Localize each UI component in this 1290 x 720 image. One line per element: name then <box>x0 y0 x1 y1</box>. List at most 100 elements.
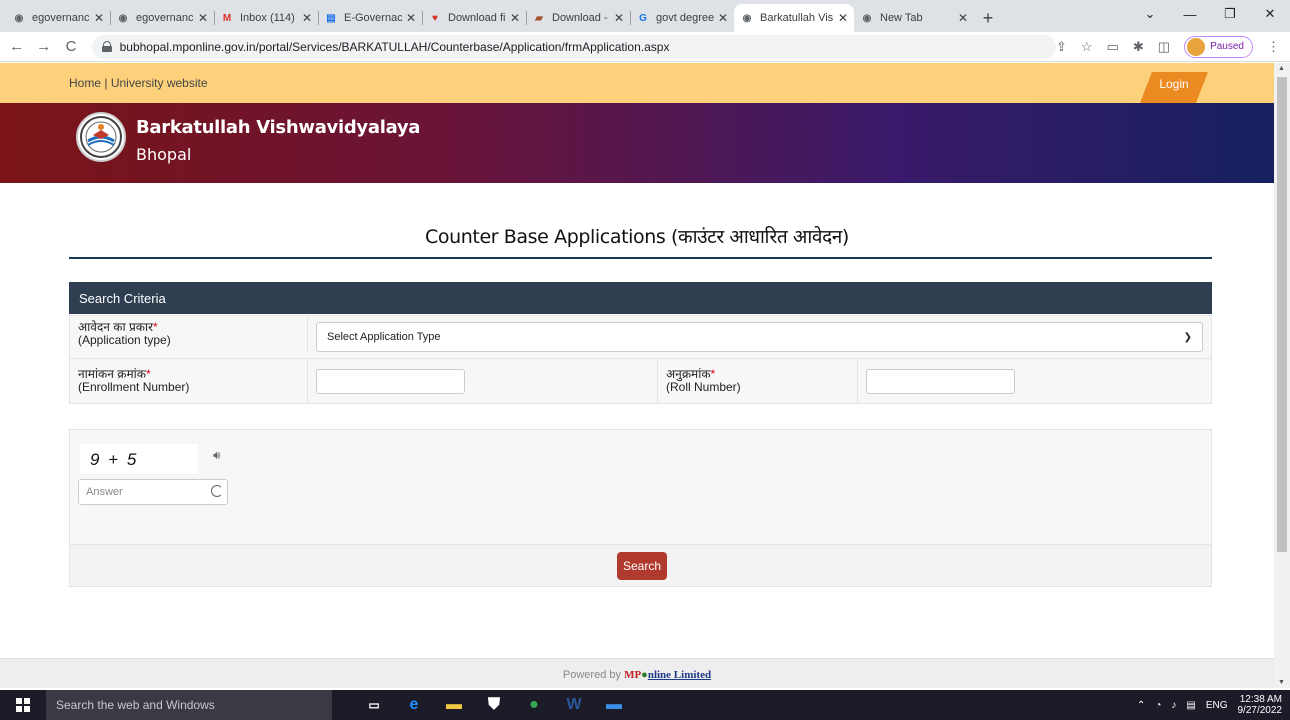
tab-label: Barkatullah Vis <box>760 12 834 24</box>
sidepanel-icon[interactable]: ◫ <box>1158 39 1170 55</box>
clock-time: 12:38 AM <box>1239 694 1282 705</box>
roll-cell <box>858 359 1211 403</box>
browser-tab[interactable]: ♥ Download file ✕ <box>422 4 526 32</box>
tab-close-icon[interactable]: ✕ <box>302 11 312 25</box>
browser-tab[interactable]: Ggovt degree co ✕ <box>630 4 734 32</box>
browser-tab[interactable]: ◉ Barkatullah Vis ✕ <box>734 4 854 32</box>
university-city: Bhopal <box>136 145 192 164</box>
close-window-button[interactable]: ✕ <box>1250 0 1290 28</box>
browser-tab-strip: ◉ egovernance.p ✕ ◉ egovernance.p ✕ M Inbox (11… <box>0 0 1290 32</box>
cast-icon[interactable]: ▭ <box>1107 39 1119 55</box>
browser-tab[interactable]: ▤ E-Governace D ✕ <box>318 4 422 32</box>
required-mark: * <box>145 367 151 381</box>
file-explorer-icon[interactable]: ▬ <box>436 690 472 720</box>
captcha-image: 9 + 5 <box>80 444 198 474</box>
windows-logo-icon <box>16 698 30 712</box>
scroll-down-arrow-icon[interactable]: ▼ <box>1278 679 1285 686</box>
page-scrollbar[interactable]: ▲ ▼ <box>1274 63 1290 688</box>
browser-tab[interactable]: ◉ New Tab ✕ <box>854 4 974 32</box>
new-tab-button[interactable]: + <box>974 4 1002 32</box>
roll-label: अनुक्रमांक* (Roll Number) <box>658 359 858 403</box>
lock-icon <box>101 41 112 52</box>
window-controls: ⌄ — ❐ ✕ <box>1130 0 1290 32</box>
extensions-icon[interactable]: ✱ <box>1133 39 1144 55</box>
application-type-select[interactable]: Select Application Type ❯ <box>316 322 1203 352</box>
tab-label: Download - Tal <box>552 12 610 24</box>
enrollment-cell <box>308 359 658 403</box>
refresh-captcha-icon[interactable] <box>211 485 223 497</box>
tab-list: ◉ egovernance.p ✕ ◉ egovernance.p ✕ M Inbox (11… <box>6 0 974 32</box>
home-link[interactable]: Home <box>69 76 101 90</box>
enrollment-label: नामांकन क्रमांक* (Enrollment Number) <box>70 359 308 403</box>
menu-icon[interactable]: ⋮ <box>1267 39 1280 55</box>
browser-tab[interactable]: M Inbox (114) - g ✕ <box>214 4 318 32</box>
share-icon[interactable]: ⇪ <box>1056 39 1067 55</box>
browser-tab[interactable]: ▰ Download - Tal ✕ <box>526 4 630 32</box>
tab-label: egovernance.p <box>32 12 90 24</box>
reload-button[interactable]: C <box>60 38 81 55</box>
edge-icon[interactable]: e <box>396 690 432 720</box>
roll-number-input[interactable] <box>866 368 1015 394</box>
minimize-button[interactable]: — <box>1170 0 1210 28</box>
scroll-up-arrow-icon[interactable]: ▲ <box>1278 65 1285 72</box>
application-type-cell: Select Application Type ❯ <box>308 316 1211 358</box>
enrollment-label-en: (Enrollment Number) <box>78 380 190 394</box>
address-url: bubhopal.mponline.gov.in/portal/Services… <box>119 39 670 54</box>
tab-close-icon[interactable]: ✕ <box>614 11 624 25</box>
network-icon[interactable]: ◔ <box>1155 700 1161 711</box>
tab-label: Download file <box>448 12 506 24</box>
system-tray: ⌃ ◔ ♪ ▤ ENG 12:38 AM 9/27/2022 <box>1137 694 1290 716</box>
back-button[interactable]: ← <box>6 38 27 55</box>
search-button[interactable]: Search <box>617 552 667 580</box>
tab-close-icon[interactable]: ✕ <box>958 11 968 25</box>
page-title: Counter Base Applications (काउंटर आधारित… <box>425 226 849 248</box>
page-viewport: Home | University website Login Barkatul… <box>0 63 1274 688</box>
tab-close-icon[interactable]: ✕ <box>94 11 104 25</box>
language-indicator[interactable]: ENG <box>1206 700 1228 711</box>
chevron-up-icon[interactable]: ⌃ <box>1137 700 1145 711</box>
tab-close-icon[interactable]: ✕ <box>838 11 848 25</box>
heart-favicon-icon: ♥ <box>432 12 438 24</box>
tab-close-icon[interactable]: ✕ <box>510 11 520 25</box>
bookmark-star-icon[interactable]: ☆ <box>1081 39 1093 55</box>
notification-icon[interactable]: ▤ <box>1186 700 1195 711</box>
browser-toolbar: ← → C bubhopal.mponline.gov.in/portal/Se… <box>0 32 1290 62</box>
profile-status: Paused <box>1210 41 1244 52</box>
profile-button[interactable]: Paused <box>1184 35 1253 58</box>
browser-tab[interactable]: ◉ egovernance.p ✕ <box>6 4 110 32</box>
browser-tab[interactable]: ◉ egovernance.p ✕ <box>110 4 214 32</box>
mponline-brand-mp: MP <box>624 669 642 681</box>
tab-close-icon[interactable]: ✕ <box>406 11 416 25</box>
university-website-link[interactable]: University website <box>111 76 208 90</box>
enrollment-number-input[interactable] <box>316 368 465 394</box>
number-row: नामांकन क्रमांक* (Enrollment Number) अनु… <box>69 359 1212 404</box>
page-footer: Powered by MP●nline Limited <box>0 658 1274 688</box>
docs-favicon-icon: ▤ <box>326 12 336 24</box>
roll-label-hi: अनुक्रमांक <box>666 367 711 381</box>
taskbar-apps: ▭ e ▬ ⛊ ● W ▬ <box>356 690 632 720</box>
taskbar-search[interactable]: Search the web and Windows <box>46 690 332 720</box>
address-bar[interactable]: bubhopal.mponline.gov.in/portal/Services… <box>91 34 1057 59</box>
store-icon[interactable]: ⛊ <box>476 690 512 720</box>
speaker-icon[interactable]: 🔊︎ <box>213 448 221 463</box>
scrollbar-thumb[interactable] <box>1277 77 1287 552</box>
chrome-icon[interactable]: ● <box>516 690 552 720</box>
clock[interactable]: 12:38 AM 9/27/2022 <box>1238 694 1283 716</box>
tab-search-icon[interactable]: ⌄ <box>1130 0 1170 28</box>
start-button[interactable] <box>0 690 46 720</box>
tab-close-icon[interactable]: ✕ <box>198 11 208 25</box>
required-mark: * <box>710 367 716 381</box>
mponline-brand-name: nline Limited <box>647 669 712 681</box>
login-button[interactable]: Login <box>1140 72 1208 103</box>
restore-button[interactable]: ❐ <box>1210 0 1250 28</box>
tab-close-icon[interactable]: ✕ <box>718 11 728 25</box>
forward-button[interactable]: → <box>33 38 54 55</box>
application-type-row: आवेदन का प्रकार* (Application type) Sele… <box>69 315 1212 359</box>
powered-by-text: Powered by <box>562 669 621 681</box>
application-type-selected: Select Application Type <box>327 331 441 343</box>
task-view-icon[interactable]: ▭ <box>356 690 392 720</box>
app-icon[interactable]: ▬ <box>596 690 632 720</box>
captcha-answer-input[interactable]: Answer <box>78 479 228 505</box>
volume-icon[interactable]: ♪ <box>1171 700 1176 711</box>
word-icon[interactable]: W <box>556 690 592 720</box>
